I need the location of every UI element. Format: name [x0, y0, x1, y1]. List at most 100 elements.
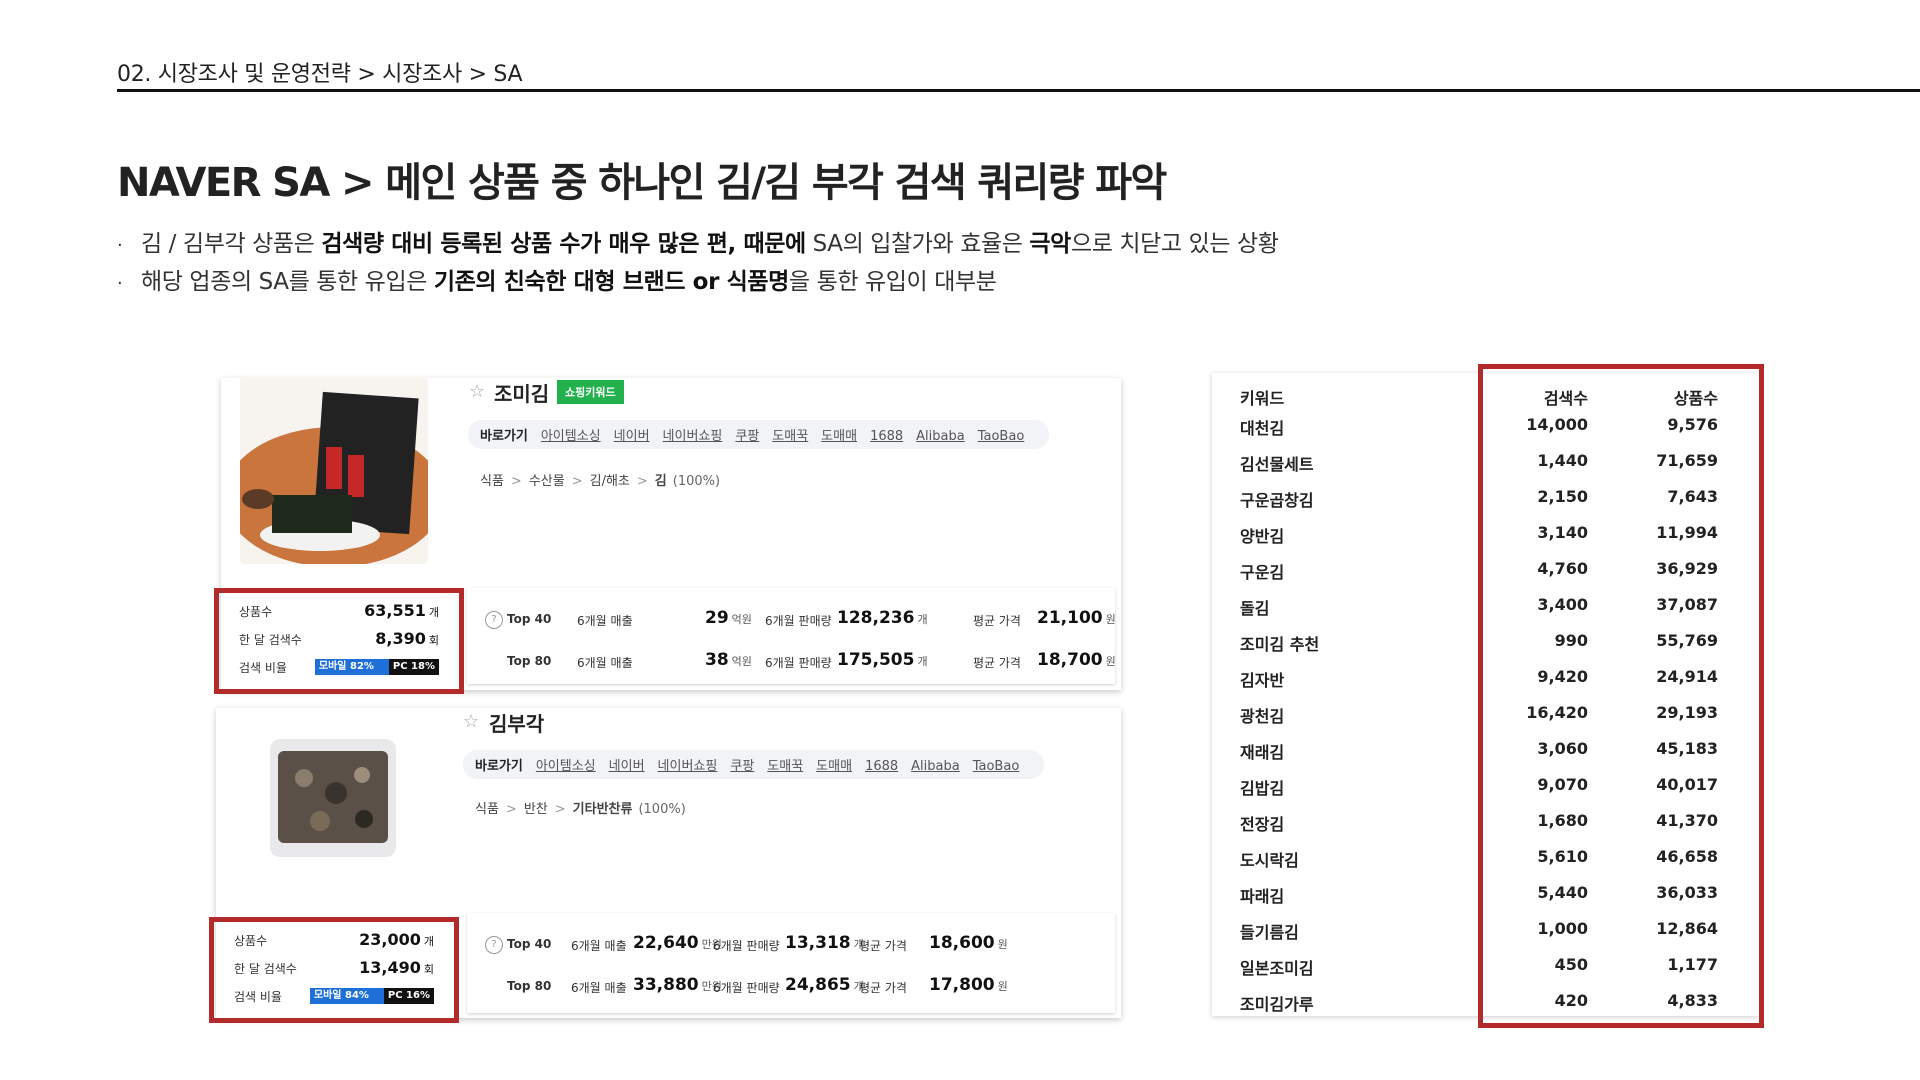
quick-links-bar: 바로가기 아이템소싱 네이버 네이버쇼핑 쿠팡 도매꾹 도매매 1688 Alibaba TaoB…: [468, 420, 1050, 449]
bullet-emphasis: 검색량 대비 등록된 상품 수가 매우 많은 편, 때문에: [321, 231, 806, 257]
quantity-number: 24,865: [785, 975, 851, 995]
bullet-dot: ·: [117, 235, 123, 256]
quick-link[interactable]: TaoBao: [973, 759, 1020, 774]
quick-link[interactable]: 도매매: [816, 759, 852, 774]
price-value: 18,700 원: [1037, 650, 1116, 670]
bullet-emphasis: 극악: [1029, 231, 1071, 257]
header-divider: [117, 89, 1920, 92]
keyword-cell: 양반김: [1240, 527, 1285, 546]
bullet-text: 김 / 김부각 상품은: [141, 231, 322, 257]
keyword-cell: 조미김가루: [1240, 995, 1314, 1014]
quick-link[interactable]: 아이템소싱: [536, 759, 596, 774]
quick-link[interactable]: 네이버: [614, 429, 650, 444]
bullet-text: 해당 업종의 SA를 통한 유입은: [141, 269, 434, 295]
revenue-value: 38 억원: [705, 650, 752, 670]
bullet-text: SA의 입찰가와 효율은: [805, 231, 1030, 257]
bullet-item: · 해당 업종의 SA를 통한 유입은 기존의 친숙한 대형 브랜드 or 식품명…: [117, 264, 1279, 302]
category-item[interactable]: 수산물: [529, 474, 565, 489]
price-number: 17,800: [929, 975, 995, 995]
top-rank-label: Top 80: [507, 654, 552, 668]
category-item[interactable]: 식품: [475, 802, 499, 817]
products-label: 상품수: [234, 934, 268, 948]
quick-link[interactable]: Alibaba: [911, 759, 960, 774]
price-number: 21,100: [1037, 608, 1103, 628]
quick-link[interactable]: 도매매: [821, 429, 857, 444]
price-value: 17,800 원: [929, 975, 1008, 995]
keyword-cell: 도시락김: [1240, 851, 1299, 870]
category-separator: >: [505, 802, 517, 817]
revenue-label: 6개월 매출: [577, 656, 633, 670]
search-ratio-bar: 모바일 84% PC 16%: [309, 988, 434, 1004]
keyword-cell: 들기름김: [1240, 923, 1299, 942]
category-item[interactable]: 기타반찬류: [573, 802, 633, 817]
revenue-value: 29 억원: [705, 608, 752, 628]
category-item[interactable]: 식품: [480, 474, 504, 489]
bullet-list: · 김 / 김부각 상품은 검색량 대비 등록된 상품 수가 매우 많은 편, 때…: [117, 226, 1279, 302]
table-highlight-box: [1478, 364, 1764, 1028]
top-rank-label: Top 40: [507, 937, 552, 951]
mobile-ratio: 모바일 84%: [309, 988, 384, 1004]
quick-link[interactable]: 네이버쇼핑: [663, 429, 723, 444]
category-item[interactable]: 김: [655, 474, 667, 489]
quick-link[interactable]: 네이버: [609, 759, 645, 774]
product-image-gimbugak: [264, 733, 402, 863]
search-ratio-bar: 모바일 82% PC 18%: [314, 659, 439, 675]
monthly-search-count: 8,390 회: [375, 629, 439, 648]
price-number: 18,600: [929, 933, 995, 953]
quick-link[interactable]: 도매꾹: [772, 429, 808, 444]
breadcrumb: 02. 시장조사 및 운영전략 > 시장조사 > SA: [117, 62, 523, 87]
category-item[interactable]: 반찬: [524, 802, 548, 817]
revenue-unit: 억원: [731, 613, 752, 626]
keyword-cell: 김자반: [1240, 671, 1285, 690]
help-icon: ?: [485, 611, 503, 629]
sales-row: ? Top 40 6개월 매출 29 억원 6개월 판매량 128,236 개 평균 가격 21,…: [467, 608, 1116, 632]
quick-link[interactable]: Alibaba: [916, 429, 965, 444]
products-count: 63,551 개: [364, 601, 439, 620]
price-label: 평균 가격: [973, 656, 1021, 670]
price-unit: 원: [997, 938, 1008, 951]
search-ratio-label: 검색 비율: [234, 990, 282, 1004]
revenue-number: 38: [705, 650, 729, 670]
quick-links-label: 바로가기: [480, 429, 528, 444]
category-percent: (100%): [672, 474, 721, 489]
products-count: 23,000 개: [359, 930, 434, 949]
quick-link[interactable]: 아이템소싱: [541, 429, 601, 444]
favorite-star-icon[interactable]: ☆: [469, 381, 485, 402]
bullet-text: 을 통한 유입이 대부분: [788, 269, 997, 295]
category-item[interactable]: 김/해초: [590, 474, 630, 489]
quantity-value: 24,865 개: [785, 975, 864, 995]
price-label: 평균 가격: [973, 614, 1021, 628]
stats-panel: 상품수 63,551 개 한 달 검색수 8,390 회 검색 비율 모바일 82%…: [219, 593, 459, 689]
pc-ratio: PC 16%: [383, 988, 434, 1004]
quick-link[interactable]: 쿠팡: [730, 759, 754, 774]
keyword-cell: 구운김: [1240, 563, 1285, 582]
category-separator: >: [636, 474, 648, 489]
keyword-cell: 대천김: [1240, 419, 1285, 438]
keyword-cell: 파래김: [1240, 887, 1285, 906]
revenue-value: 22,640 만원: [633, 933, 722, 953]
keyword-cell: 돌김: [1240, 599, 1270, 618]
price-unit: 원: [1105, 655, 1116, 668]
bullet-dot: ·: [117, 273, 123, 294]
quick-link[interactable]: 1688: [865, 759, 898, 774]
revenue-label: 6개월 매출: [571, 981, 627, 995]
price-value: 18,600 원: [929, 933, 1008, 953]
keyword-name: 김부각: [489, 712, 545, 736]
quick-link[interactable]: 네이버쇼핑: [658, 759, 718, 774]
revenue-number: 33,880: [633, 975, 699, 995]
quick-link[interactable]: 쿠팡: [735, 429, 759, 444]
quantity-number: 128,236: [837, 608, 915, 628]
category-percent: (100%): [638, 802, 686, 817]
monthly-search-count: 13,490 회: [359, 958, 434, 977]
price-unit: 원: [1105, 613, 1116, 626]
sales-row: ? Top 40 6개월 매출 22,640 만원 6개월 판매량 13,318 개 평균 가격…: [467, 933, 1115, 957]
quick-link[interactable]: 1688: [870, 429, 903, 444]
price-value: 21,100 원: [1037, 608, 1116, 628]
category-separator: >: [510, 474, 522, 489]
mobile-ratio: 모바일 82%: [314, 659, 389, 675]
stats-panel: 상품수 23,000 개 한 달 검색수 13,490 회 검색 비율 모바일 84…: [214, 922, 454, 1018]
favorite-star-icon[interactable]: ☆: [463, 711, 479, 732]
quick-link[interactable]: TaoBao: [978, 429, 1025, 444]
quick-link[interactable]: 도매꾹: [767, 759, 803, 774]
price-label: 평균 가격: [859, 939, 907, 953]
